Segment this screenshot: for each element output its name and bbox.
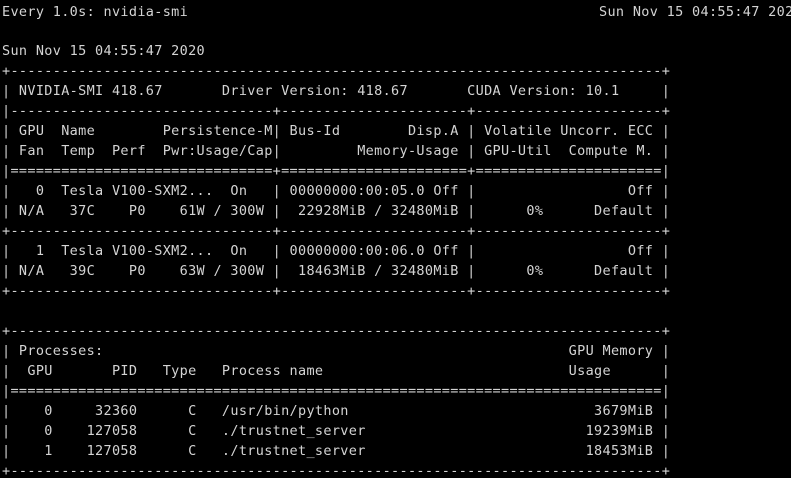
processes-title-row: | Processes: GPU Memory | (2, 343, 671, 359)
gpu-0-row-2: | N/A 37C P0 61W / 300W | 22928MiB / 324… (2, 203, 671, 219)
gpu-header-divider: |===============================+=======… (2, 163, 671, 179)
watch-command: Every 1.0s: nvidia-smi (2, 4, 189, 20)
processes-header-row: | GPU PID Type Process name Usage | (2, 363, 671, 379)
gpu-separator: +-------------------------------+-------… (2, 223, 671, 239)
gpu-table-bottom-border: +-------------------------------+-------… (2, 283, 671, 299)
smi-table-border: +---------------------------------------… (2, 63, 671, 79)
output-date: Sun Nov 15 04:55:47 2020 (2, 43, 205, 59)
gpu-0-row-1: | 0 Tesla V100-SXM2... On | 00000000:00:… (2, 183, 671, 199)
processes-header-divider: |=======================================… (2, 383, 671, 399)
smi-version-row: | NVIDIA-SMI 418.67 Driver Version: 418.… (2, 83, 671, 99)
gpu-1-row-1: | 1 Tesla V100-SXM2... On | 00000000:00:… (2, 243, 671, 259)
gpu-header-row-2: | Fan Temp Perf Pwr:Usage/Cap| Memory-Us… (2, 143, 671, 159)
process-row: | 0 32360 C /usr/bin/python 3679MiB | (2, 403, 671, 419)
terminal-window[interactable]: Every 1.0s: nvidia-smi Sun Nov 15 04:55:… (2, 0, 791, 478)
process-row: | 0 127058 C ./trustnet_server 19239MiB … (2, 423, 671, 439)
processes-table-bottom: +---------------------------------------… (2, 463, 671, 478)
gpu-1-row-2: | N/A 39C P0 63W / 300W | 18463MiB / 324… (2, 263, 671, 279)
watch-clock: Sun Nov 15 04:55:47 2020 (599, 4, 791, 20)
processes-table-border: +---------------------------------------… (2, 323, 671, 339)
smi-table-separator: |-------------------------------+-------… (2, 103, 671, 119)
gpu-header-row-1: | GPU Name Persistence-M| Bus-Id Disp.A … (2, 123, 671, 139)
process-row: | 1 127058 C ./trustnet_server 18453MiB … (2, 443, 671, 459)
